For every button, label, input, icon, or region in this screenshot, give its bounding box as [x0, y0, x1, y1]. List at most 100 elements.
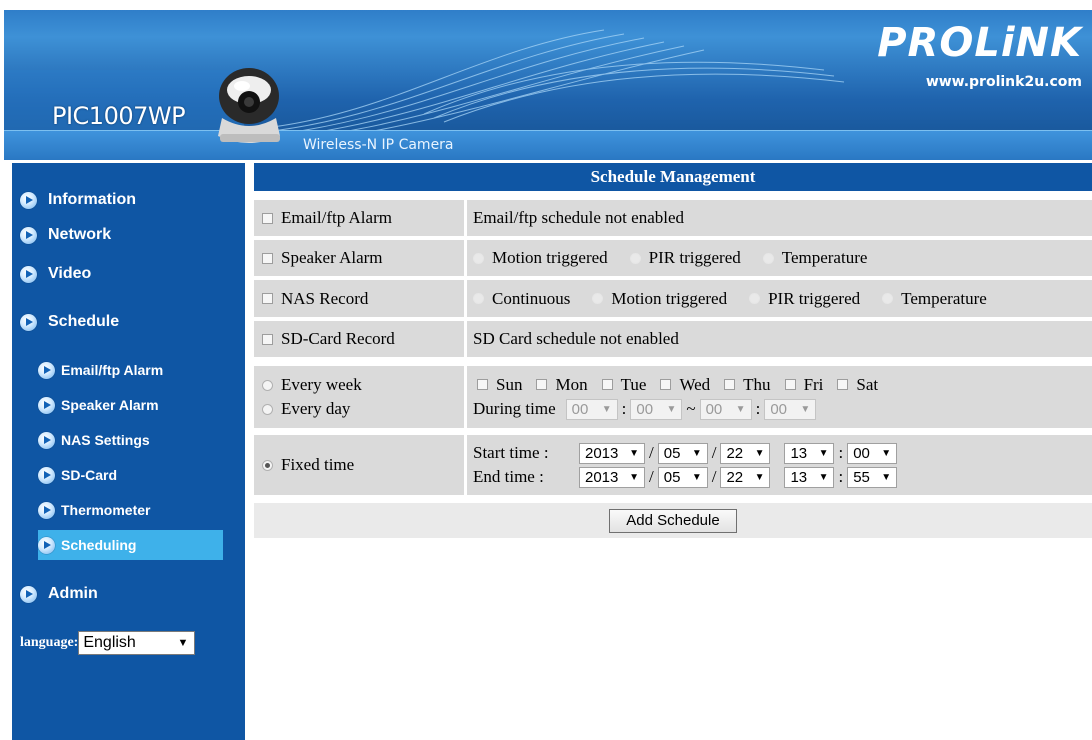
- end-minute-select[interactable]: 55 ▼: [847, 466, 898, 488]
- day-checkbox[interactable]: [601, 379, 613, 390]
- language-select[interactable]: English ▼: [78, 631, 196, 655]
- to-minute-select[interactable]: 00 ▼: [764, 398, 817, 420]
- select-value: 55: [853, 468, 870, 486]
- end-year-select[interactable]: 2013 ▼: [579, 466, 645, 488]
- day-label: Sun: [496, 374, 523, 394]
- speaker-pir-radio[interactable]: [629, 252, 641, 264]
- camera-image: [218, 68, 280, 143]
- chevron-down-icon: ▼: [754, 447, 765, 459]
- day-mon[interactable]: Mon: [536, 375, 588, 395]
- option-label: PIR triggered: [648, 248, 741, 267]
- start-hour-select[interactable]: 13 ▼: [784, 442, 835, 464]
- chevron-down-icon: ▼: [818, 471, 829, 483]
- option-label: Motion triggered: [492, 248, 608, 267]
- sidebar-item-nas-settings[interactable]: NAS Settings: [38, 425, 223, 455]
- sidebar-item-sd-card[interactable]: SD-Card: [38, 460, 223, 490]
- chevron-down-icon: ▼: [691, 471, 702, 483]
- nav-schedule[interactable]: Schedule: [20, 313, 119, 331]
- nas-record-label: NAS Record: [281, 288, 369, 308]
- chevron-down-icon: ▼: [629, 471, 639, 483]
- every-day-label: Every day: [281, 399, 351, 418]
- camera-model-label: PIC1007WP: [52, 102, 186, 130]
- sd-card-record-label: SD-Card Record: [281, 329, 395, 348]
- fixed-time-row: Fixed time Start time : 2013 ▼ / 05 ▼ / 22…: [254, 435, 1092, 495]
- start-year-select[interactable]: 2013 ▼: [579, 442, 645, 464]
- email-ftp-alarm-checkbox[interactable]: [262, 212, 273, 224]
- speaker-pir-option[interactable]: PIR triggered: [629, 248, 741, 268]
- nav-information[interactable]: Information: [20, 191, 136, 209]
- fixed-time-radio[interactable]: [262, 459, 273, 471]
- nav-admin[interactable]: Admin: [20, 585, 98, 603]
- day-sun[interactable]: Sun: [477, 375, 522, 395]
- add-schedule-button[interactable]: Add Schedule: [609, 508, 737, 533]
- sidebar-item-label: SD-Card: [61, 467, 118, 483]
- nas-continuous-radio[interactable]: [473, 293, 484, 304]
- from-hour-select[interactable]: 00 ▼: [565, 398, 618, 420]
- arrow-bullet-icon: [20, 191, 37, 209]
- sidebar-item-scheduling[interactable]: Scheduling: [38, 530, 223, 560]
- day-checkbox[interactable]: [477, 379, 488, 390]
- sd-card-record-checkbox[interactable]: [262, 333, 273, 345]
- language-row: language: English ▼: [20, 631, 196, 655]
- fixed-time-option[interactable]: Fixed time: [262, 455, 354, 475]
- day-thu[interactable]: Thu: [724, 375, 771, 395]
- sidebar-item-label: Scheduling: [61, 537, 137, 553]
- sidebar-item-label: Speaker Alarm: [61, 397, 159, 413]
- day-fri[interactable]: Fri: [784, 375, 823, 395]
- arrow-bullet-icon: [38, 361, 55, 379]
- select-value: 22: [726, 444, 744, 462]
- every-week-option[interactable]: Every week: [262, 375, 362, 395]
- nas-motion-radio[interactable]: [592, 293, 604, 304]
- nas-temperature-radio[interactable]: [882, 293, 894, 304]
- end-hour-select[interactable]: 13 ▼: [784, 466, 835, 488]
- every-day-radio[interactable]: [262, 403, 273, 415]
- sidebar-item-speaker-alarm[interactable]: Speaker Alarm: [38, 390, 223, 420]
- day-checkbox[interactable]: [536, 379, 548, 390]
- nas-temperature-option[interactable]: Temperature: [882, 289, 987, 309]
- every-day-option[interactable]: Every day: [262, 399, 350, 419]
- nav-video[interactable]: Video: [20, 265, 91, 283]
- brand-logo: PROLiNK: [877, 20, 1082, 66]
- day-checkbox[interactable]: [837, 379, 849, 390]
- start-month-select[interactable]: 05 ▼: [657, 442, 708, 464]
- select-value: 00: [853, 444, 870, 462]
- day-checkbox[interactable]: [784, 379, 796, 390]
- header-banner: PIC1007WP Wireless-N IP Camera PROLiNK w…: [4, 10, 1092, 160]
- sidebar-item-thermometer[interactable]: Thermometer: [38, 495, 223, 525]
- speaker-alarm-checkbox[interactable]: [262, 252, 273, 264]
- start-day-select[interactable]: 22 ▼: [720, 442, 771, 464]
- arrow-bullet-icon: [20, 585, 37, 603]
- day-checkbox[interactable]: [660, 379, 672, 390]
- nas-continuous-option[interactable]: Continuous: [473, 289, 570, 309]
- nas-record-checkbox[interactable]: [262, 293, 273, 304]
- sidebar-item-email-ftp-alarm[interactable]: Email/ftp Alarm: [38, 355, 223, 385]
- nav-network[interactable]: Network: [20, 226, 111, 244]
- speaker-temperature-option[interactable]: Temperature: [762, 248, 867, 268]
- sd-card-status-text: SD Card schedule not enabled: [473, 329, 679, 348]
- add-schedule-row: Add Schedule: [254, 503, 1092, 538]
- speaker-motion-radio[interactable]: [473, 252, 484, 264]
- nas-motion-option[interactable]: Motion triggered: [592, 289, 727, 309]
- day-wed[interactable]: Wed: [660, 375, 710, 395]
- nas-pir-option[interactable]: PIR triggered: [749, 289, 860, 309]
- start-minute-select[interactable]: 00 ▼: [847, 442, 898, 464]
- end-month-select[interactable]: 05 ▼: [657, 466, 708, 488]
- every-week-radio[interactable]: [262, 379, 273, 391]
- day-checkbox[interactable]: [724, 379, 736, 390]
- to-hour-select[interactable]: 00 ▼: [699, 398, 752, 420]
- speaker-alarm-label: Speaker Alarm: [281, 248, 383, 267]
- day-label: Wed: [679, 374, 711, 394]
- start-time-label: Start time :: [473, 443, 549, 462]
- speaker-temperature-radio[interactable]: [762, 252, 774, 264]
- day-tue[interactable]: Tue: [601, 375, 646, 395]
- day-sat[interactable]: Sat: [837, 375, 878, 395]
- sidebar: Information Network Video Schedule Email…: [12, 163, 245, 740]
- from-minute-select[interactable]: 00 ▼: [630, 398, 683, 420]
- start-time-row: Start time : 2013 ▼ / 05 ▼ / 22 ▼ 13 ▼ : 00 ▼: [473, 442, 898, 464]
- end-day-select[interactable]: 22 ▼: [720, 466, 771, 488]
- nas-pir-radio[interactable]: [749, 293, 761, 304]
- chevron-down-icon: ▼: [735, 403, 746, 415]
- brand-url: www.prolink2u.com: [925, 74, 1082, 90]
- nav-label: Video: [48, 265, 92, 282]
- speaker-motion-option[interactable]: Motion triggered: [473, 248, 608, 268]
